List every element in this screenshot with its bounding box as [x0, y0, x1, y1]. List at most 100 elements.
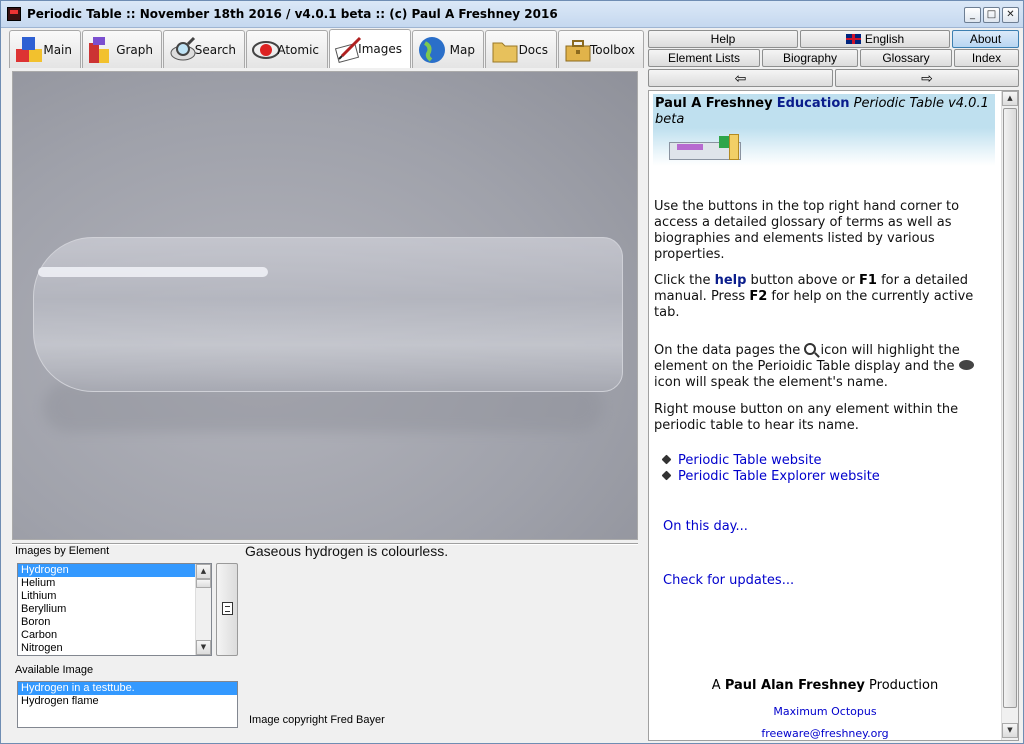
about-button[interactable]: About: [952, 30, 1019, 48]
forward-arrow-icon[interactable]: ⇨: [835, 69, 1019, 87]
text-span: icon will speak the element's name.: [654, 375, 888, 390]
f2-key: F2: [749, 289, 768, 304]
title-bar[interactable]: Periodic Table :: November 18th 2016 / v…: [1, 1, 1023, 28]
list-item[interactable]: Nitrogen: [18, 642, 211, 655]
tab-main[interactable]: Main: [9, 30, 81, 68]
app-window: Periodic Table :: November 18th 2016 / v…: [0, 0, 1024, 744]
list-item[interactable]: Boron: [18, 616, 211, 629]
text-span: button above or: [746, 273, 859, 288]
info-paragraph-icons: On the data pages the icon will highligh…: [654, 343, 994, 391]
magnifier-icon: [804, 343, 817, 355]
periodic-table-website-link[interactable]: Periodic Table website: [661, 453, 822, 468]
glossary-button[interactable]: Glossary: [860, 49, 952, 67]
header-education: Education: [776, 96, 850, 111]
scroll-down-icon[interactable]: ▼: [196, 640, 211, 655]
tab-map[interactable]: Map: [412, 30, 484, 68]
available-image-label: Available Image: [15, 664, 94, 676]
f1-key: F1: [859, 273, 877, 288]
photo-testtube: [33, 237, 623, 392]
tab-atomic[interactable]: Atomic: [246, 30, 328, 68]
element-listbox[interactable]: Hydrogen Helium Lithium Beryllium Boron …: [17, 563, 212, 656]
uk-flag-icon: [845, 34, 861, 44]
periodic-table-explorer-link[interactable]: Periodic Table Explorer website: [661, 469, 880, 484]
available-image-listbox[interactable]: Hydrogen in a testtube. Hydrogen flame: [17, 681, 238, 728]
image-copyright: Image copyright Fred Bayer: [249, 714, 385, 726]
tab-atomic-label: Atomic: [277, 43, 319, 57]
author-name: Paul Alan Freshney: [724, 678, 865, 693]
cubes-icon: [16, 37, 42, 62]
element-photo: [12, 71, 638, 540]
window-title: Periodic Table :: November 18th 2016 / v…: [27, 7, 558, 21]
list-item[interactable]: Carbon: [18, 629, 211, 642]
image-caption: Gaseous hydrogen is colourless.: [245, 543, 449, 559]
info-paragraph-rightclick: Right mouse button on any element within…: [654, 402, 959, 433]
tab-docs-label: Docs: [518, 43, 548, 57]
tab-docs[interactable]: Docs: [485, 30, 557, 68]
link-text[interactable]: Periodic Table website: [678, 453, 822, 468]
speech-bubble-icon: [958, 360, 974, 370]
tab-toolbox-label: Toolbox: [590, 43, 635, 57]
tab-images[interactable]: Images: [329, 29, 411, 69]
help-button[interactable]: Help: [648, 30, 798, 48]
info-paragraph-buttons: Use the buttons in the top right hand co…: [654, 199, 960, 262]
folder-icon: [492, 42, 518, 63]
tab-map-label: Map: [449, 43, 475, 57]
language-button[interactable]: English: [800, 30, 950, 48]
list-item[interactable]: Lithium: [18, 590, 211, 603]
minimize-button[interactable]: _: [964, 7, 981, 23]
scroll-thumb[interactable]: [196, 579, 211, 588]
list-item[interactable]: Hydrogen in a testtube.: [18, 682, 237, 695]
list-item[interactable]: Helium: [18, 577, 211, 590]
images-panel: Images by Element Hydrogen Helium Lithiu…: [9, 68, 641, 742]
language-label: English: [864, 32, 905, 46]
view-list-button[interactable]: [216, 563, 238, 656]
close-button[interactable]: ✕: [1002, 7, 1019, 23]
info-pane[interactable]: Paul A Freshney Education Periodic Table…: [648, 90, 1019, 741]
maximum-octopus-link[interactable]: Maximum Octopus: [649, 705, 1001, 718]
link-text[interactable]: Periodic Table Explorer website: [678, 469, 880, 484]
info-header: Paul A Freshney Education Periodic Table…: [653, 94, 995, 128]
periodic-table-logo-icon: [669, 134, 745, 164]
list-item[interactable]: Hydrogen flame: [18, 695, 237, 708]
check-updates-link[interactable]: Check for updates...: [663, 573, 794, 588]
element-list-scrollbar[interactable]: ▲ ▼: [195, 564, 211, 655]
element-lists-button[interactable]: Element Lists: [648, 49, 760, 67]
biography-button[interactable]: Biography: [762, 49, 858, 67]
scroll-up-icon[interactable]: ▲: [196, 564, 211, 579]
header-banner: [653, 128, 995, 166]
magnifier-icon: [170, 36, 196, 61]
scroll-thumb[interactable]: [1003, 108, 1017, 708]
back-arrow-icon[interactable]: ⇦: [648, 69, 833, 87]
tab-images-label: Images: [358, 42, 402, 56]
scroll-down-icon[interactable]: ▼: [1002, 723, 1018, 738]
bullet-icon: [661, 454, 672, 465]
email-link[interactable]: freeware@freshney.org: [649, 727, 1001, 740]
on-this-day-link[interactable]: On this day...: [663, 519, 748, 534]
app-icon[interactable]: [7, 7, 21, 21]
index-button[interactable]: Index: [954, 49, 1019, 67]
globe-icon: [419, 37, 445, 63]
info-scrollbar[interactable]: ▲ ▼: [1001, 91, 1018, 740]
toolbox-icon: [565, 40, 591, 62]
info-paragraph-help: Click the help button above or F1 for a …: [654, 273, 994, 321]
production-credit: A Paul Alan Freshney Production: [649, 678, 1001, 693]
tab-search[interactable]: Search: [163, 30, 245, 68]
tab-graph[interactable]: Graph: [82, 30, 162, 68]
maximize-button[interactable]: □: [983, 7, 1000, 23]
text-span: Production: [864, 678, 939, 693]
images-by-element-label: Images by Element: [15, 545, 110, 557]
text-span: On the data pages the: [654, 343, 805, 358]
list-item[interactable]: Hydrogen: [18, 564, 211, 577]
scroll-up-icon[interactable]: ▲: [1002, 91, 1018, 106]
help-keyword: help: [714, 273, 747, 288]
tab-graph-label: Graph: [116, 43, 153, 57]
graph-cubes-icon: [89, 37, 109, 63]
document-icon: [222, 602, 233, 615]
main-tab-strip: Main Graph Search Atomic Images Map Docs…: [9, 29, 645, 69]
info-nav-buttons: Help English About Element Lists Biograp…: [648, 30, 1019, 88]
bullet-icon: [661, 470, 672, 481]
tab-toolbox[interactable]: Toolbox: [558, 30, 644, 68]
header-author: Paul A Freshney: [655, 96, 773, 111]
list-item[interactable]: Beryllium: [18, 603, 211, 616]
text-span: Click the: [654, 273, 715, 288]
